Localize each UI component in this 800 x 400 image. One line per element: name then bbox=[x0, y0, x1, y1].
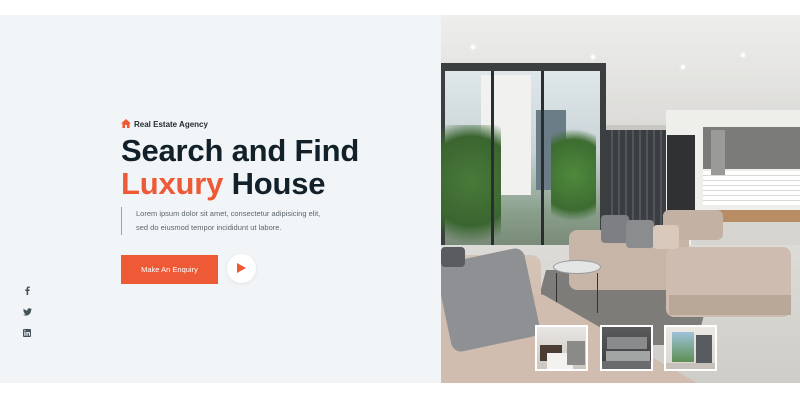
facebook-icon bbox=[24, 282, 30, 300]
linkedin-link[interactable] bbox=[21, 327, 33, 339]
description-line-2: sed do eiusmod tempor incididunt ut labo… bbox=[136, 223, 282, 232]
linkedin-icon bbox=[23, 324, 31, 342]
tagline-text: Real Estate Agency bbox=[134, 119, 208, 129]
headline-line-1: Search and Find bbox=[121, 133, 360, 168]
headline-accent: Luxury bbox=[121, 166, 224, 201]
description-line-1: Lorem ipsum dolor sit amet, consectetur … bbox=[136, 209, 321, 218]
twitter-link[interactable] bbox=[21, 306, 33, 318]
twitter-icon bbox=[22, 303, 32, 321]
home-icon bbox=[121, 115, 131, 133]
hero-description: Lorem ipsum dolor sit amet, consectetur … bbox=[121, 207, 320, 235]
play-icon bbox=[237, 260, 246, 278]
headline-rest: House bbox=[223, 166, 326, 201]
play-video-button[interactable] bbox=[227, 254, 256, 283]
bedroom-thumbnail[interactable] bbox=[535, 325, 588, 371]
hero-headline: Search and Find Luxury House bbox=[121, 134, 359, 200]
balcony-thumbnail[interactable] bbox=[664, 325, 717, 371]
facebook-link[interactable] bbox=[21, 285, 33, 297]
make-enquiry-button[interactable]: Make An Enquiry bbox=[121, 255, 218, 284]
living-room-thumbnail[interactable] bbox=[600, 325, 653, 371]
tagline: Real Estate Agency bbox=[121, 115, 208, 133]
